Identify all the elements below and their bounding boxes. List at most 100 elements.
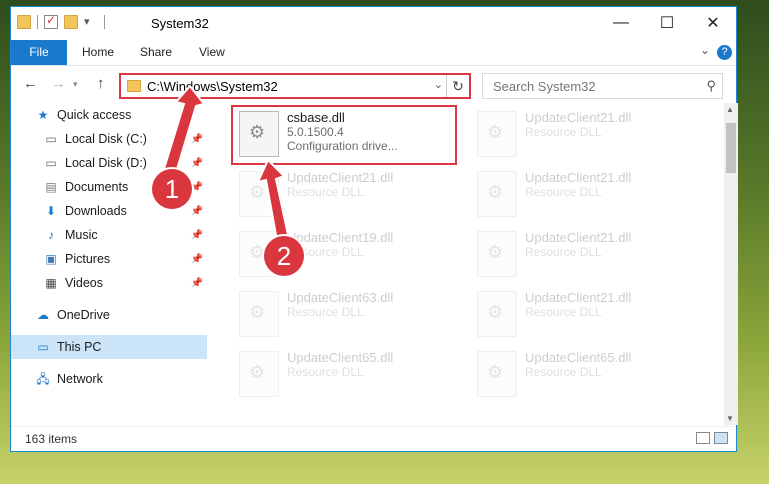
sidebar-item-label: Quick access bbox=[57, 108, 132, 122]
back-button[interactable]: ← bbox=[23, 75, 38, 92]
maximize-button[interactable]: ☐ bbox=[644, 7, 690, 39]
pin-icon[interactable]: 📌 bbox=[191, 278, 203, 289]
minimize-button[interactable]: — bbox=[598, 7, 644, 39]
file-type: Resource DLL bbox=[525, 245, 602, 259]
file-highlight-box bbox=[231, 105, 457, 165]
file-tile[interactable]: UpdateClient63.dllResource DLL bbox=[231, 287, 451, 341]
sidebar-item-music[interactable]: ♪ Music 📌 bbox=[11, 223, 207, 247]
sidebar-item-label: Music bbox=[65, 228, 98, 242]
folder-icon[interactable] bbox=[17, 15, 31, 29]
close-button[interactable]: ✕ bbox=[690, 7, 736, 39]
quick-access-toolbar: ▾ bbox=[17, 13, 105, 29]
file-type: Resource DLL bbox=[525, 305, 602, 319]
navigation-bar: ← → ▾ ↑ C:\Windows\System32 ⌄ ↻ ⚲ bbox=[11, 67, 736, 99]
refresh-icon[interactable]: ↻ bbox=[446, 75, 469, 97]
documents-icon: ▤ bbox=[45, 180, 57, 194]
file-name: UpdateClient21.dll bbox=[525, 110, 632, 125]
file-name: UpdateClient63.dll bbox=[287, 290, 394, 305]
file-name: UpdateClient21.dll bbox=[525, 290, 632, 305]
dll-file-icon bbox=[239, 291, 279, 337]
drive-icon: ▭ bbox=[45, 132, 57, 146]
computer-icon: ▭ bbox=[37, 340, 49, 354]
file-tile[interactable]: UpdateClient65.dllResource DLL bbox=[469, 347, 689, 401]
search-input[interactable] bbox=[491, 78, 695, 95]
search-box[interactable]: ⚲ bbox=[482, 73, 723, 99]
pin-icon[interactable]: 📌 bbox=[191, 254, 203, 265]
sidebar-item-label: Local Disk (C:) bbox=[65, 132, 147, 146]
pin-icon[interactable]: 📌 bbox=[191, 230, 203, 241]
music-icon: ♪ bbox=[48, 228, 54, 242]
file-type: Resource DLL bbox=[525, 365, 602, 379]
details-view-icon[interactable] bbox=[696, 432, 710, 444]
file-name: UpdateClient21.dll bbox=[525, 230, 632, 245]
chevron-down-icon[interactable]: ⌄ bbox=[434, 78, 443, 91]
tab-home[interactable]: Home bbox=[82, 40, 114, 65]
tab-view[interactable]: View bbox=[199, 40, 225, 65]
large-icons-view-icon[interactable] bbox=[714, 432, 728, 444]
sidebar-item-pictures[interactable]: ▣ Pictures 📌 bbox=[11, 247, 207, 271]
sidebar-item-label: Network bbox=[57, 372, 103, 386]
star-icon: ★ bbox=[37, 108, 49, 122]
sidebar-item-onedrive[interactable]: ☁ OneDrive bbox=[11, 303, 207, 327]
vertical-scrollbar[interactable]: ▲ ▼ bbox=[724, 103, 738, 425]
scroll-up-icon[interactable]: ▲ bbox=[726, 105, 734, 114]
cloud-icon: ☁ bbox=[37, 308, 49, 322]
forward-button[interactable]: → bbox=[51, 75, 66, 92]
videos-icon: ▦ bbox=[45, 276, 57, 290]
item-count: 163 items bbox=[25, 432, 78, 446]
dll-file-icon bbox=[477, 351, 517, 397]
sidebar-item-label: OneDrive bbox=[57, 308, 110, 322]
file-tile[interactable]: UpdateClient21.dllResource DLL bbox=[469, 167, 689, 221]
sidebar-item-network[interactable]: 🖧 Network bbox=[11, 367, 207, 391]
file-tile[interactable]: UpdateClient21.dllResource DLL bbox=[469, 227, 689, 281]
window-title: System32 bbox=[151, 16, 209, 31]
file-name: UpdateClient65.dll bbox=[525, 350, 632, 365]
scroll-down-icon[interactable]: ▼ bbox=[726, 414, 734, 423]
view-switcher bbox=[696, 432, 728, 444]
file-type: Resource DLL bbox=[287, 305, 364, 319]
window-controls: — ☐ ✕ bbox=[598, 7, 736, 39]
help-icon[interactable]: ? bbox=[717, 45, 732, 60]
divider bbox=[37, 15, 38, 29]
drive-icon: ▭ bbox=[45, 156, 57, 170]
explorer-window: ▾ System32 — ☐ ✕ File Home Share View ⌄ … bbox=[10, 6, 738, 452]
new-folder-icon[interactable] bbox=[64, 15, 78, 29]
tab-share[interactable]: Share bbox=[140, 40, 172, 65]
sidebar-item-label: This PC bbox=[57, 340, 102, 354]
divider bbox=[104, 15, 105, 29]
sidebar-item-label: Pictures bbox=[65, 252, 111, 266]
file-name: UpdateClient21.dll bbox=[525, 170, 632, 185]
sidebar-item-this-pc[interactable]: ▭ This PC bbox=[11, 335, 207, 359]
recent-locations-icon[interactable]: ▾ bbox=[73, 79, 78, 90]
ribbon-tabs: File Home Share View ⌄ ? bbox=[11, 40, 736, 66]
customize-toolbar-icon[interactable]: ▾ bbox=[84, 15, 98, 29]
title-bar: ▾ System32 — ☐ ✕ bbox=[11, 7, 736, 39]
download-icon: ⬇ bbox=[45, 204, 57, 218]
file-type: Resource DLL bbox=[525, 125, 602, 139]
search-icon[interactable]: ⚲ bbox=[706, 78, 716, 94]
properties-icon[interactable] bbox=[44, 13, 58, 29]
dll-file-icon bbox=[477, 231, 517, 277]
network-icon: 🖧 bbox=[36, 372, 50, 386]
tab-file[interactable]: File bbox=[11, 40, 67, 65]
dll-file-icon bbox=[239, 351, 279, 397]
file-type: Resource DLL bbox=[287, 365, 364, 379]
expand-ribbon-icon[interactable]: ⌄ bbox=[700, 43, 710, 57]
pin-icon[interactable]: 📌 bbox=[191, 206, 203, 217]
callout-badge-1: 1 bbox=[152, 169, 192, 209]
file-tile[interactable]: UpdateClient21.dllResource DLL bbox=[469, 107, 689, 161]
file-tile[interactable]: UpdateClient21.dllResource DLL bbox=[469, 287, 689, 341]
file-type: Resource DLL bbox=[525, 185, 602, 199]
pictures-icon: ▣ bbox=[45, 252, 57, 266]
sidebar-item-videos[interactable]: ▦ Videos 📌 bbox=[11, 271, 207, 295]
callout-badge-2: 2 bbox=[264, 236, 304, 276]
dll-file-icon bbox=[477, 111, 517, 157]
file-name: UpdateClient65.dll bbox=[287, 350, 394, 365]
dll-file-icon bbox=[477, 171, 517, 217]
sidebar-item-label: Downloads bbox=[65, 204, 127, 218]
scrollbar-thumb[interactable] bbox=[726, 123, 736, 173]
sidebar-item-label: Local Disk (D:) bbox=[65, 156, 147, 170]
file-tile[interactable]: UpdateClient65.dllResource DLL bbox=[231, 347, 451, 401]
folder-icon bbox=[127, 80, 141, 92]
up-button[interactable]: ↑ bbox=[97, 75, 105, 92]
